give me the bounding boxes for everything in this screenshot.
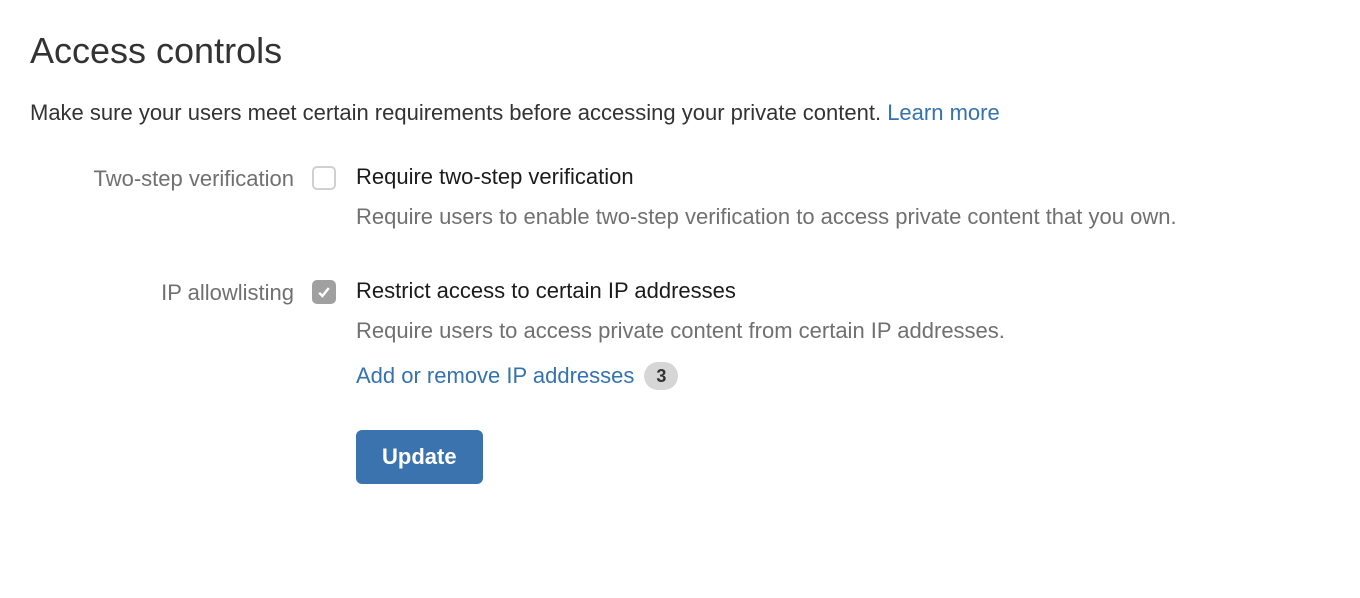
ip-manage-line: Add or remove IP addresses 3 <box>356 362 1330 390</box>
check-icon <box>316 284 332 300</box>
ip-allow-label: IP allowlisting <box>30 278 312 306</box>
ip-allow-checkbox-wrap <box>312 278 356 306</box>
two-step-option-desc: Require users to enable two-step verific… <box>356 204 1330 230</box>
button-spacer <box>312 430 356 484</box>
two-step-checkbox-wrap <box>312 164 356 196</box>
two-step-content: Require two-step verification Require us… <box>356 164 1330 248</box>
two-step-row: Two-step verification Require two-step v… <box>30 164 1330 248</box>
intro-text: Make sure your users meet certain requir… <box>30 100 1330 126</box>
ip-allow-content: Restrict access to certain IP addresses … <box>356 278 1330 400</box>
page-title: Access controls <box>30 30 1330 72</box>
ip-count-badge: 3 <box>644 362 678 390</box>
ip-allow-checkbox[interactable] <box>312 280 336 304</box>
manage-ip-link[interactable]: Add or remove IP addresses <box>356 363 634 389</box>
button-row: Update <box>30 430 1330 484</box>
ip-allow-row: IP allowlisting Restrict access to certa… <box>30 278 1330 400</box>
ip-allow-option-desc: Require users to access private content … <box>356 318 1330 344</box>
update-button[interactable]: Update <box>356 430 483 484</box>
learn-more-link[interactable]: Learn more <box>887 100 1000 125</box>
two-step-option-title: Require two-step verification <box>356 164 1330 190</box>
two-step-label: Two-step verification <box>30 164 312 192</box>
ip-allow-option-title: Restrict access to certain IP addresses <box>356 278 1330 304</box>
two-step-checkbox[interactable] <box>312 166 336 190</box>
intro-text-body: Make sure your users meet certain requir… <box>30 100 887 125</box>
